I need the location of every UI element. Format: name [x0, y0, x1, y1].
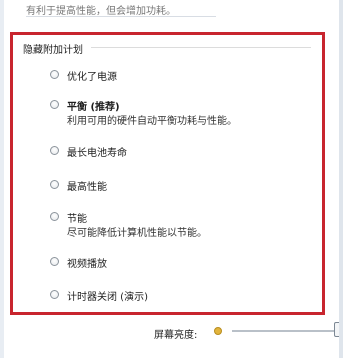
- radio-button[interactable]: [50, 180, 59, 189]
- window-edge: [339, 0, 343, 358]
- radio-button[interactable]: [50, 70, 59, 79]
- plan-label: 平衡 (推荐): [67, 102, 120, 113]
- sun-icon: [214, 327, 222, 335]
- radio-button[interactable]: [50, 212, 59, 221]
- plan-description: 尽可能降低计算机性能以节能。: [67, 228, 207, 239]
- plan-label: 优化了电源: [67, 72, 117, 83]
- group-title: 隐藏附加计划: [23, 41, 87, 56]
- brightness-label: 屏幕亮度:: [154, 330, 198, 341]
- radio-button[interactable]: [50, 146, 59, 155]
- highlight-frame: 隐藏附加计划 优化了电源 平衡 (推荐) 利用可用的硬件自动平衡功耗与性能。 最…: [10, 32, 325, 315]
- radio-button[interactable]: [50, 290, 59, 299]
- header-divider: [26, 16, 216, 17]
- plan-label: 节能: [67, 214, 87, 225]
- header-partial-text: 有利于提高性能，但会增加功耗。: [26, 6, 176, 17]
- plan-label: 最长电池寿命: [67, 148, 127, 159]
- group-divider: [91, 47, 311, 48]
- brightness-slider-track[interactable]: [232, 330, 342, 332]
- radio-button[interactable]: [50, 257, 59, 266]
- plan-label: 计时器关闭 (演示): [67, 292, 148, 303]
- power-options-panel: 有利于提高性能，但会增加功耗。 隐藏附加计划 优化了电源 平衡 (推荐) 利用可…: [4, 0, 342, 358]
- plan-label: 视频播放: [67, 259, 107, 270]
- radio-button[interactable]: [50, 100, 59, 109]
- plan-label: 最高性能: [67, 182, 107, 193]
- plan-description: 利用可用的硬件自动平衡功耗与性能。: [67, 116, 237, 127]
